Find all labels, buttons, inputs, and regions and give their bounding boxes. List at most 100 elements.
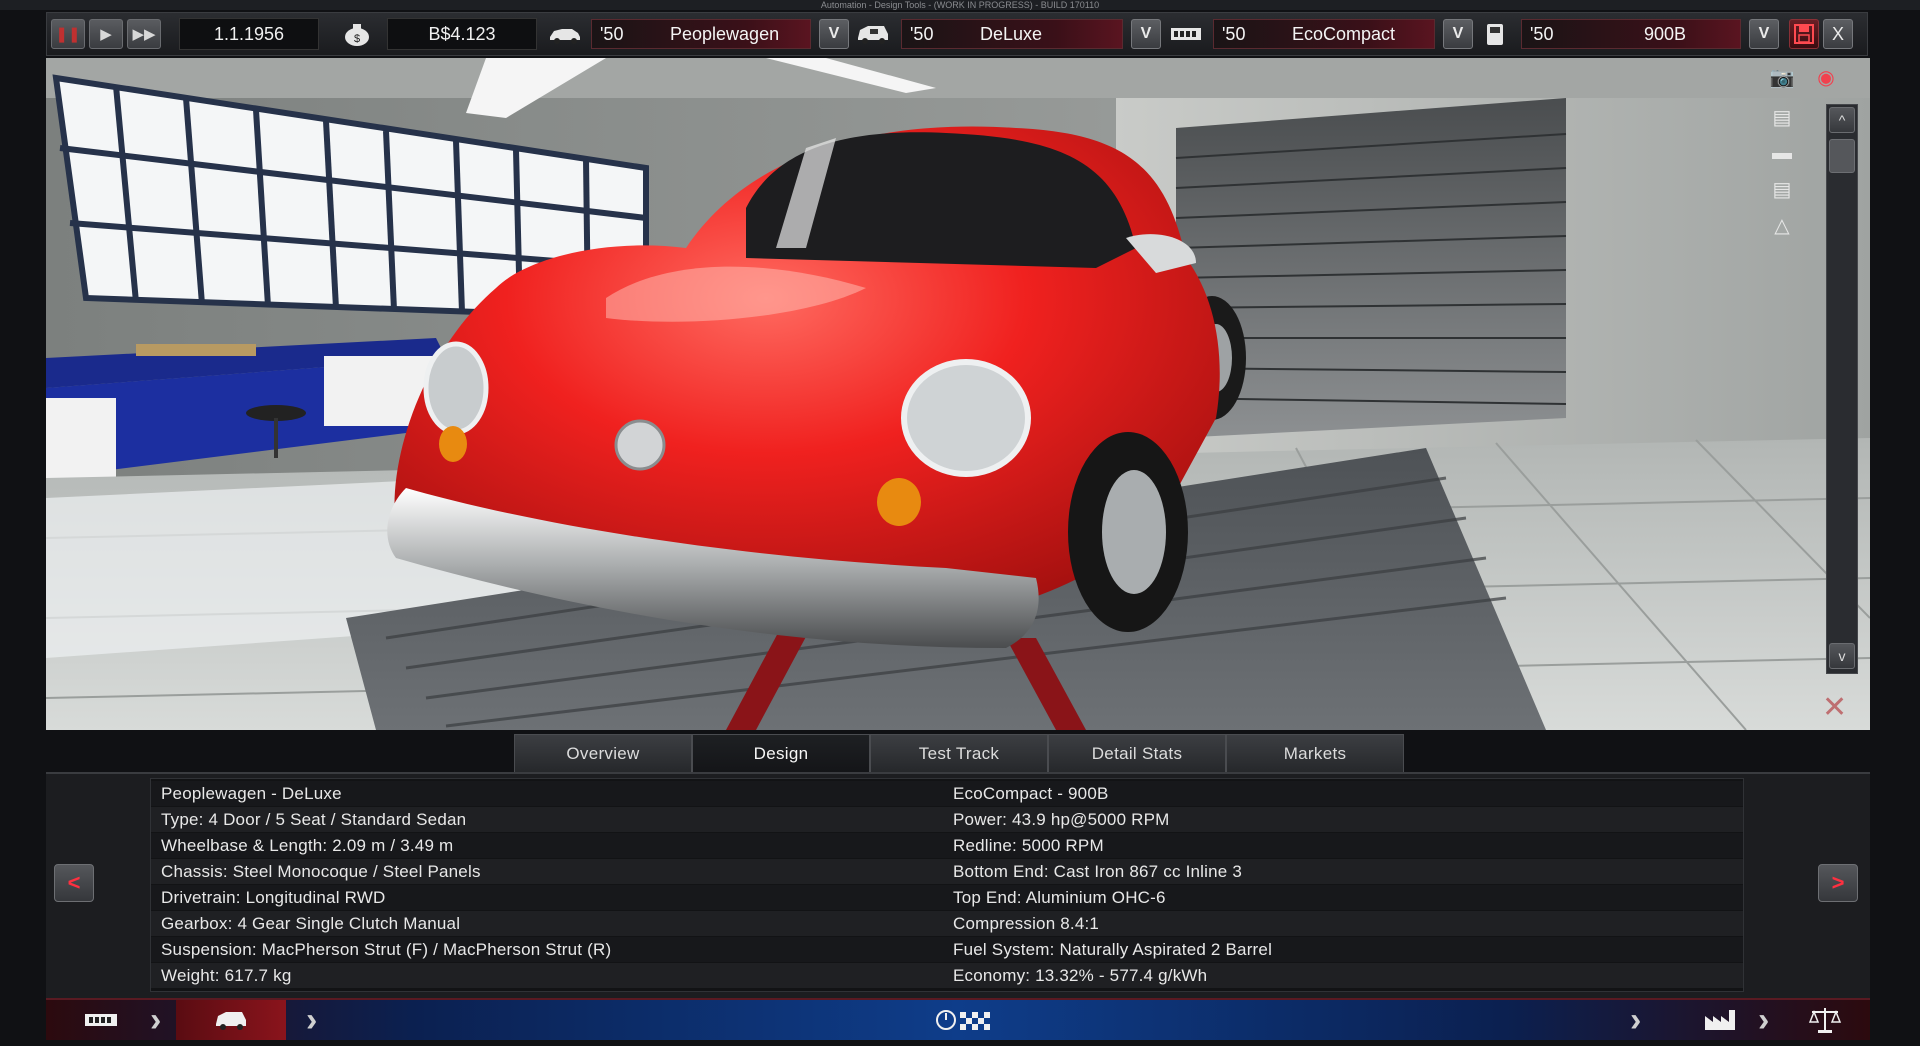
- engine-compression: Compression 8.4:1: [953, 914, 1100, 933]
- car-suspension: Suspension: MacPherson Strut (F) / MacPh…: [161, 940, 612, 959]
- next-button[interactable]: >: [1818, 864, 1858, 902]
- car-wheelbase: Wheelbase & Length: 2.09 m / 3.49 m: [161, 836, 454, 855]
- save-icon: [1794, 24, 1814, 44]
- engine-dropdown-button[interactable]: V: [1443, 19, 1473, 49]
- test-track-button[interactable]: [926, 1000, 1006, 1040]
- pause-button[interactable]: ❚❚: [51, 19, 85, 49]
- car-front-icon: ▤: [1772, 106, 1792, 129]
- scroll-up-button[interactable]: ^: [1829, 107, 1855, 133]
- tab-design[interactable]: Design: [692, 734, 870, 772]
- scroll-down-button[interactable]: v: [1829, 643, 1855, 669]
- camera-icon: 📷: [1769, 66, 1795, 89]
- info-row: Gearbox: 4 Gear Single Clutch Manual Com…: [151, 911, 1743, 936]
- info-row: Drivetrain: Longitudinal RWD Top End: Al…: [151, 885, 1743, 910]
- info-row: Chassis: Steel Monocoque / Steel Panels …: [151, 859, 1743, 884]
- model-selector[interactable]: '50 Peoplewagen: [591, 19, 811, 49]
- fast-forward-icon: ▶▶: [132, 26, 156, 43]
- tab-bar: Overview Design Test Track Detail Stats …: [514, 734, 1404, 772]
- viewport-scrollbar[interactable]: ^ v: [1826, 104, 1858, 674]
- variant-selector[interactable]: '50 900B: [1521, 19, 1741, 49]
- game-window: Automation - Design Tools - (WORK IN PRO…: [0, 0, 1920, 1046]
- bottom-nav-bar: › › › ›: [46, 998, 1870, 1040]
- top-toolbar: ❚❚ ▶ ▶▶ 1.1.1956 $ B$4.123 '50 Peoplewag…: [46, 12, 1868, 56]
- view-rear-button[interactable]: ▤: [1760, 176, 1804, 202]
- save-button[interactable]: [1789, 19, 1819, 49]
- fast-forward-button[interactable]: ▶▶: [127, 19, 161, 49]
- engine-name: EcoCompact: [1292, 23, 1396, 44]
- engine-summary: EcoCompact - 900B: [953, 784, 1109, 803]
- car-designer-button[interactable]: [176, 1000, 286, 1040]
- tab-overview[interactable]: Overview: [514, 734, 692, 772]
- engine-redline: Redline: 5000 RPM: [953, 836, 1104, 855]
- car-summary: Peoplewagen - DeLuxe: [161, 784, 342, 803]
- info-row: Wheelbase & Length: 2.09 m / 3.49 m Redl…: [151, 833, 1743, 858]
- garage-scene: [46, 58, 1870, 730]
- engine-power: Power: 43.9 hp@5000 RPM: [953, 810, 1170, 829]
- car-type: Type: 4 Door / 5 Seat / Standard Sedan: [161, 810, 467, 829]
- chevron-right-icon: ›: [1630, 1001, 1642, 1039]
- svg-text:$: $: [354, 33, 360, 45]
- trim-dropdown-button[interactable]: V: [1131, 19, 1161, 49]
- scroll-thumb[interactable]: [1829, 139, 1855, 173]
- tab-detail-stats[interactable]: Detail Stats: [1048, 734, 1226, 772]
- model-dropdown-button[interactable]: V: [819, 19, 849, 49]
- checkered-flag-icon: [936, 1010, 990, 1030]
- variant-name: 900B: [1644, 23, 1687, 44]
- car-3d-viewport[interactable]: [46, 58, 1870, 730]
- factory-icon: [1705, 1010, 1735, 1030]
- engine-selector[interactable]: '50 EcoCompact: [1213, 19, 1435, 49]
- engine-icon: [85, 1014, 117, 1026]
- window-title: Automation - Design Tools - (WORK IN PRO…: [0, 0, 1920, 10]
- info-panel-frame: < Peoplewagen - DeLuxe EcoCompact - 900B…: [46, 772, 1870, 998]
- money-display: B$4.123: [387, 18, 537, 50]
- engine-icon: [1167, 18, 1205, 50]
- balance-scale-icon: [1808, 1008, 1842, 1033]
- car-rear-icon: ▤: [1772, 178, 1792, 201]
- tab-markets[interactable]: Markets: [1226, 734, 1404, 772]
- view-side-button[interactable]: ▬: [1760, 140, 1804, 166]
- car-drivetrain: Drivetrain: Longitudinal RWD: [161, 888, 386, 907]
- trim-name: DeLuxe: [980, 23, 1043, 44]
- view-tools: 📷 ◉ ▤ ▬ ▤ △: [1760, 60, 1835, 250]
- view-angle-button[interactable]: △: [1760, 212, 1804, 238]
- factory-button[interactable]: [1686, 1000, 1756, 1040]
- trim-icon: [855, 18, 891, 50]
- car-angle-icon: △: [1774, 214, 1790, 237]
- car-weight: Weight: 617.7 kg: [161, 966, 292, 985]
- prev-button[interactable]: <: [54, 864, 94, 902]
- compare-button[interactable]: [1790, 1000, 1860, 1040]
- date-display: 1.1.1956: [179, 18, 319, 50]
- info-panel: Peoplewagen - DeLuxe EcoCompact - 900B T…: [150, 778, 1744, 992]
- view-front-button[interactable]: ▤: [1760, 104, 1804, 130]
- engine-economy: Economy: 13.32% - 577.4 g/kWh: [953, 966, 1208, 985]
- chevron-right-icon: ›: [150, 1001, 162, 1039]
- engine-top-end: Top End: Aluminium OHC-6: [953, 888, 1166, 907]
- chevron-right-icon: ›: [306, 1001, 318, 1039]
- variant-dropdown-button[interactable]: V: [1749, 19, 1779, 49]
- play-button[interactable]: ▶: [89, 19, 123, 49]
- visibility-button[interactable]: ◉: [1804, 64, 1848, 90]
- trim-selector[interactable]: '50 DeLuxe: [901, 19, 1123, 49]
- tab-test-track[interactable]: Test Track: [870, 734, 1048, 772]
- reset-view-icon[interactable]: ✕: [1822, 690, 1862, 724]
- eye-icon: ◉: [1817, 66, 1835, 89]
- play-icon: ▶: [100, 26, 112, 43]
- car-icon: [216, 1012, 246, 1030]
- car-chassis: Chassis: Steel Monocoque / Steel Panels: [161, 862, 481, 881]
- info-row: Weight: 617.7 kg Economy: 13.32% - 577.4…: [151, 963, 1743, 988]
- fuel-icon: [1477, 18, 1513, 50]
- car-icon: [543, 18, 587, 50]
- money-bag-icon: $: [335, 18, 379, 50]
- camera-button[interactable]: 📷: [1760, 64, 1804, 90]
- model-name: Peoplewagen: [670, 23, 780, 44]
- car-side-icon: ▬: [1772, 141, 1792, 164]
- pause-icon: ❚❚: [55, 26, 81, 43]
- engine-bottom-end: Bottom End: Cast Iron 867 cc Inline 3: [953, 862, 1242, 881]
- info-row: Suspension: MacPherson Strut (F) / MacPh…: [151, 937, 1743, 962]
- chevron-right-icon: ›: [1758, 1001, 1770, 1039]
- info-row: Type: 4 Door / 5 Seat / Standard Sedan P…: [151, 807, 1743, 832]
- engine-fuel-system: Fuel System: Naturally Aspirated 2 Barre…: [953, 940, 1273, 959]
- engine-designer-button[interactable]: [46, 1000, 156, 1040]
- info-row: Peoplewagen - DeLuxe EcoCompact - 900B: [151, 781, 1743, 806]
- close-button[interactable]: X: [1823, 19, 1853, 49]
